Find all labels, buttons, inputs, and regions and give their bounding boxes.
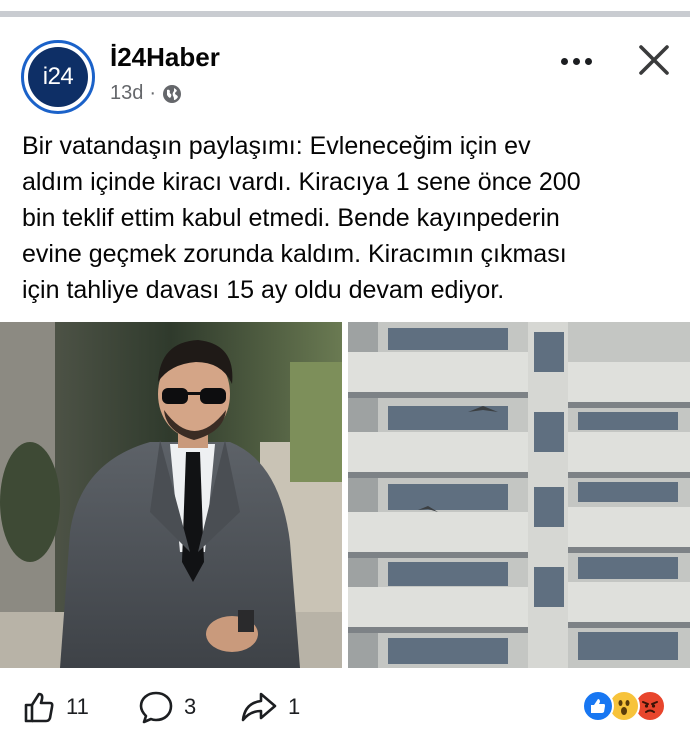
photo-apartment-building[interactable] bbox=[348, 322, 690, 668]
avatar-logo: i24 bbox=[28, 47, 88, 107]
page-avatar[interactable]: i24 bbox=[21, 40, 95, 114]
meta-separator: · bbox=[149, 82, 157, 104]
comment-bubble-icon bbox=[139, 691, 173, 724]
comment-button[interactable]: 3 bbox=[138, 690, 196, 724]
comment-count: 3 bbox=[184, 694, 197, 719]
share-count: 1 bbox=[288, 694, 301, 719]
like-reaction-icon bbox=[582, 690, 614, 722]
globe-icon[interactable] bbox=[162, 84, 182, 104]
more-dot-icon bbox=[560, 57, 568, 65]
share-arrow-icon bbox=[241, 692, 277, 722]
more-options-button[interactable] bbox=[556, 46, 596, 76]
post-photos bbox=[0, 322, 690, 668]
close-button[interactable] bbox=[634, 40, 674, 80]
close-icon bbox=[639, 45, 669, 75]
reactions-summary[interactable] bbox=[582, 690, 672, 724]
post-time[interactable]: 13d bbox=[110, 82, 143, 105]
post-text-line: Bir vatandaşın paylaşımı: Evleneceğim iç… bbox=[22, 132, 531, 160]
post-text-line: evine geçmek zorunda kaldım. Kiracımın ç… bbox=[22, 240, 567, 268]
page-name[interactable]: İ24Haber bbox=[110, 42, 220, 73]
post-text-line: aldım içinde kiracı vardı. Kiracıya 1 se… bbox=[22, 168, 581, 196]
like-count: 11 bbox=[66, 694, 89, 719]
post-meta: 13d · bbox=[110, 82, 182, 105]
post-header: i24 İ24Haber 13d · bbox=[0, 18, 690, 118]
photo-man-in-suit[interactable] bbox=[0, 322, 342, 668]
thumbs-up-icon bbox=[24, 692, 54, 723]
more-dot-icon bbox=[584, 57, 592, 65]
top-divider bbox=[0, 0, 690, 18]
more-dot-icon bbox=[572, 57, 580, 65]
post-actions: 11 3 1 bbox=[0, 672, 690, 752]
share-button[interactable]: 1 bbox=[240, 690, 300, 724]
post-text: Bir vatandaşın paylaşımı: Evleneceğim iç… bbox=[22, 128, 672, 308]
post-text-line: bin teklif ettim kabul etmedi. Bende kay… bbox=[22, 204, 560, 232]
like-button[interactable]: 11 bbox=[22, 690, 89, 724]
post-text-line: için tahliye davası 15 ay oldu devam edi… bbox=[22, 276, 505, 304]
